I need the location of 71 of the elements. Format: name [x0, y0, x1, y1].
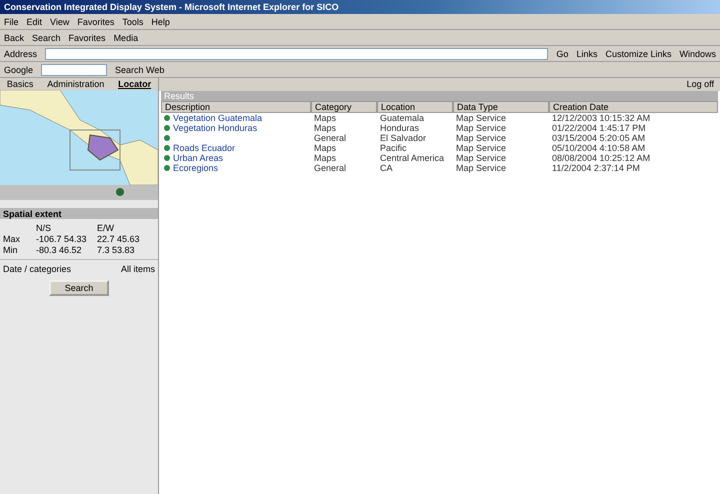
table-cell-text: Guatemala: [379, 113, 426, 123]
menu-item[interactable]: View: [50, 16, 70, 26]
table-cell-text: General: [313, 133, 348, 143]
table-cell-text: Map Service: [455, 153, 508, 163]
table-cell-text: 03/15/2004 5:20:05 AM: [551, 133, 646, 143]
result-link[interactable]: Roads Ecuador: [173, 143, 236, 153]
toolbar-button[interactable]: Favorites: [68, 32, 106, 42]
result-link[interactable]: Vegetation Guatemala: [173, 113, 262, 123]
table-cell-text: Maps: [313, 123, 338, 133]
address-field[interactable]: [45, 48, 548, 60]
table-cell-text: CA: [379, 163, 394, 173]
toolbar-button[interactable]: Search: [32, 32, 61, 42]
table-cell-text: El Salvador: [379, 133, 428, 143]
toolbar-button[interactable]: Media: [114, 32, 138, 42]
table-cell-text: General: [313, 163, 348, 173]
menu-item[interactable]: Edit: [26, 16, 42, 26]
address-label: Address: [4, 48, 38, 58]
google-search-field[interactable]: [41, 64, 108, 76]
table-cell-text: 12/12/2003 10:15:32 AM: [551, 113, 652, 123]
column-header[interactable]: Data Type: [453, 101, 549, 113]
table-cell-text: Central America: [379, 153, 446, 163]
column-header[interactable]: Category: [311, 101, 377, 113]
table-cell-text: Maps: [313, 113, 338, 123]
column-header[interactable]: Location: [377, 101, 453, 113]
table-cell-text: Maps: [313, 143, 338, 153]
table-cell-text: Map Service: [455, 133, 508, 143]
panel-tab[interactable]: Basics: [6, 79, 34, 89]
result-link[interactable]: Urban Areas: [173, 153, 224, 163]
coordinate-value: 7.3 53.83: [97, 245, 136, 255]
menu-item[interactable]: Help: [151, 16, 170, 26]
search-web-button[interactable]: Search Web: [115, 64, 164, 74]
links-button[interactable]: Links: [576, 48, 598, 58]
row-label: Min: [3, 245, 19, 255]
results-title: Results: [161, 91, 718, 101]
coordinate-value: 22.7 45.63: [97, 234, 141, 244]
menu-item[interactable]: Tools: [122, 16, 144, 26]
menu-item[interactable]: File: [4, 16, 19, 26]
table-cell-text: Map Service: [455, 123, 508, 133]
links-button[interactable]: Windows: [679, 48, 716, 58]
logoff-link[interactable]: Log off: [686, 79, 714, 90]
panel-tab[interactable]: Locator: [118, 79, 152, 89]
table-cell-text: Map Service: [455, 143, 508, 153]
table-cell-text: 11/2/2004 2:37:14 PM: [551, 163, 641, 173]
date-dropdown[interactable]: All items: [120, 264, 155, 274]
column-label: N/S: [36, 223, 52, 233]
panel-title: Spatial extent: [3, 208, 62, 218]
table-cell-text: Map Service: [455, 163, 508, 173]
menu-item[interactable]: Favorites: [77, 16, 114, 26]
table-cell-text: 05/10/2004 4:10:58 AM: [551, 143, 646, 153]
table-cell-text: Honduras: [379, 123, 420, 133]
result-link[interactable]: Ecoregions: [173, 163, 218, 173]
google-logo: Google: [4, 64, 34, 74]
coordinate-value: -106.7 54.33: [36, 234, 88, 244]
search-button[interactable]: Search: [48, 280, 110, 296]
result-link[interactable]: Vegetation Honduras: [173, 123, 258, 133]
table-cell-text: Maps: [313, 153, 338, 163]
go-button[interactable]: Go: [556, 48, 568, 58]
coordinate-value: -80.3 46.52: [36, 245, 83, 255]
panel-tab[interactable]: Administration: [47, 79, 104, 89]
toolbar-button[interactable]: Back: [4, 32, 24, 42]
column-header[interactable]: Description: [161, 101, 311, 113]
table-cell-text: 08/08/2004 10:25:12 AM: [551, 153, 652, 163]
table-cell-text: 01/22/2004 1:45:17 PM: [551, 123, 647, 133]
table-cell-text: Pacific: [379, 143, 408, 153]
date-label: Date / categories: [3, 264, 72, 274]
row-label: Max: [3, 234, 22, 244]
column-header[interactable]: Creation Date: [549, 101, 718, 113]
table-cell-text: Map Service: [455, 113, 508, 123]
window-title: Conservation Integrated Display System - Microsoft Internet Explorer for SICO: [0, 0, 720, 14]
column-label: E/W: [97, 223, 115, 233]
links-button[interactable]: Customize Links: [605, 48, 672, 58]
